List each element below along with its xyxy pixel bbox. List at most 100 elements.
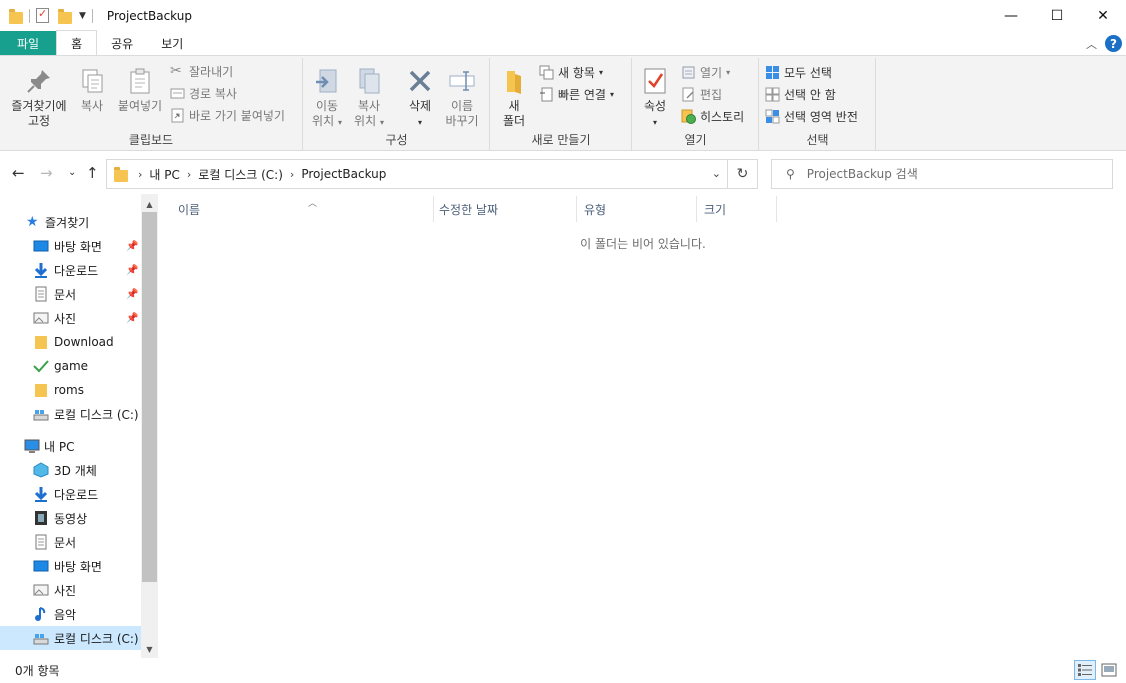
select-all-icon — [766, 65, 779, 79]
breadcrumb-current-folder[interactable]: ProjectBackup — [301, 167, 386, 181]
select-all-button[interactable]: 모두 선택 — [765, 62, 832, 82]
file-list[interactable]: 이름 ︿ 수정한 날짜 유형 크기 이 폴더는 비어 있습니다. — [160, 194, 1126, 658]
column-header-name[interactable]: 이름 ︿ — [170, 196, 434, 222]
history-button[interactable]: 히스토리 — [681, 106, 744, 126]
delete-x-icon — [409, 70, 431, 92]
pin-icon[interactable]: 📌 — [126, 241, 138, 252]
scroll-down-arrow-icon[interactable]: ▼ — [141, 641, 158, 658]
paste-button[interactable]: 붙여넣기 — [113, 66, 167, 114]
rename-icon — [449, 71, 475, 91]
tree-item-roms[interactable]: roms — [0, 378, 141, 402]
new-item-button[interactable]: 새 항목 ▾ — [539, 62, 603, 82]
tree-this-pc[interactable]: 내 PC — [0, 434, 141, 458]
up-arrow-icon[interactable]: ↑ — [86, 164, 99, 182]
folder-icon — [35, 336, 47, 349]
pin-quick-access-button[interactable]: 즐겨찾기에 고정 — [6, 66, 72, 129]
copy-button[interactable]: 복사 — [74, 66, 110, 114]
new-group: 새 폴더 새 항목 ▾ 빠른 연결 ▾ 새로 만들기 — [491, 58, 632, 150]
toolbar-separator — [91, 8, 93, 23]
easy-access-icon — [540, 87, 553, 101]
column-header-size[interactable]: 크기 — [696, 196, 777, 222]
rename-button[interactable]: 이름 바꾸기 — [442, 66, 482, 129]
customize-toolbar-dropdown-icon[interactable]: ▼ — [79, 11, 86, 21]
open-button[interactable]: 열기 ▾ — [681, 62, 730, 82]
select-none-button[interactable]: 선택 안 함 — [765, 84, 836, 104]
maximize-button[interactable]: ☐ — [1034, 0, 1080, 31]
tree-item-desktop[interactable]: 바탕 화면 📌 — [0, 234, 141, 258]
address-history-chevron-icon[interactable]: ⌄ — [712, 167, 721, 180]
new-folder-icon — [507, 71, 521, 94]
tree-item-pc-documents[interactable]: 문서 — [0, 530, 141, 554]
tree-quick-access[interactable]: ★ 즐겨찾기 — [0, 210, 141, 234]
back-arrow-icon[interactable]: ← — [12, 164, 25, 182]
scrollbar-thumb[interactable] — [142, 212, 157, 582]
desktop-icon — [33, 560, 49, 572]
empty-folder-message: 이 폴더는 비어 있습니다. — [580, 237, 706, 251]
tree-item-pc-desktop[interactable]: 바탕 화면 — [0, 554, 141, 578]
copy-path-button[interactable]: 경로 복사 — [170, 83, 237, 103]
video-icon — [35, 511, 47, 525]
tree-item-pc-pictures[interactable]: 사진 — [0, 578, 141, 602]
title-bar: ▼ ProjectBackup — ☐ ✕ — [0, 0, 1126, 31]
tree-item-music[interactable]: 음악 — [0, 602, 141, 626]
address-bar[interactable]: › 내 PC › 로컬 디스크 (C:) › ProjectBackup ⌄ ↻ — [106, 159, 758, 189]
properties-icon[interactable] — [36, 7, 49, 23]
tree-item-local-disk[interactable]: 로컬 디스크 (C:) — [0, 626, 141, 650]
details-view-icon — [1078, 664, 1092, 676]
easy-access-button[interactable]: 빠른 연결 ▾ — [539, 84, 614, 104]
navigation-pane-scrollbar[interactable]: ▲ ▼ — [141, 194, 158, 658]
tree-item-downloads[interactable]: 다운로드 📌 — [0, 258, 141, 282]
breadcrumb-separator-icon[interactable]: › — [290, 168, 294, 181]
paste-shortcut-button[interactable]: 바로 가기 붙여넣기 — [170, 105, 285, 125]
paste-shortcut-icon — [171, 108, 184, 122]
tree-item-game[interactable]: game — [0, 354, 141, 378]
properties-button[interactable]: 속성 ▾ — [635, 66, 675, 130]
folder-icon — [114, 167, 128, 182]
copy-to-button[interactable]: 복사 위치 ▾ — [350, 66, 388, 130]
move-to-button[interactable]: 이동 위치 ▾ — [308, 66, 346, 130]
collapse-ribbon-icon[interactable]: ︿ — [1086, 36, 1097, 52]
tree-item-pictures[interactable]: 사진 📌 — [0, 306, 141, 330]
refresh-icon[interactable]: ↻ — [727, 160, 757, 188]
recent-locations-chevron-icon[interactable]: ⌄ — [68, 167, 76, 178]
minimize-button[interactable]: — — [988, 0, 1034, 31]
green-check-icon — [33, 360, 49, 373]
invert-selection-button[interactable]: 선택 영역 반전 — [765, 106, 858, 126]
tab-home[interactable]: 홈 — [56, 30, 98, 55]
tab-file[interactable]: 파일 — [0, 31, 57, 55]
help-icon[interactable]: ? — [1105, 35, 1122, 52]
tree-item-3d-objects[interactable]: 3D 개체 — [0, 458, 141, 482]
forward-arrow-icon[interactable]: → — [40, 164, 53, 182]
pin-icon[interactable]: 📌 — [126, 289, 138, 300]
edit-button[interactable]: 편집 — [681, 84, 722, 104]
tab-share[interactable]: 공유 — [97, 31, 147, 55]
quick-access-toolbar: ▼ — [0, 0, 99, 31]
tree-item-pc-downloads[interactable]: 다운로드 — [0, 482, 141, 506]
close-button[interactable]: ✕ — [1080, 0, 1126, 31]
pin-icon[interactable]: 📌 — [126, 313, 138, 324]
tree-item-download-folder[interactable]: Download — [0, 330, 141, 354]
select-group: 모두 선택 선택 안 함 선택 영역 반전 선택 — [760, 58, 876, 150]
scroll-up-arrow-icon[interactable]: ▲ — [141, 196, 158, 213]
open-icon — [682, 66, 695, 78]
tree-item-local-disk-quick[interactable]: 로컬 디스크 (C:) — [0, 402, 141, 426]
search-input[interactable] — [806, 167, 1097, 181]
desktop-icon — [33, 240, 49, 252]
tab-view[interactable]: 보기 — [147, 31, 197, 55]
delete-button[interactable]: 삭제 ▾ — [401, 66, 439, 130]
details-view-button[interactable] — [1074, 660, 1096, 680]
breadcrumb-local-disk[interactable]: 로컬 디스크 (C:) — [198, 166, 283, 183]
search-box[interactable]: ⚲ — [771, 159, 1113, 189]
tree-item-videos[interactable]: 동영상 — [0, 506, 141, 530]
cut-button[interactable]: ✂ 잘라내기 — [170, 61, 233, 81]
breadcrumb-this-pc[interactable]: 내 PC — [149, 166, 179, 183]
large-icons-view-button[interactable] — [1098, 660, 1120, 680]
column-header-type[interactable]: 유형 — [576, 196, 697, 222]
pin-icon[interactable]: 📌 — [126, 265, 138, 276]
column-header-date-modified[interactable]: 수정한 날짜 — [431, 196, 577, 222]
breadcrumb-separator-icon[interactable]: › — [187, 168, 191, 181]
tree-item-documents[interactable]: 문서 📌 — [0, 282, 141, 306]
breadcrumb-separator-icon[interactable]: › — [138, 168, 142, 181]
new-folder-button[interactable]: 새 폴더 — [495, 66, 533, 129]
new-folder-icon[interactable] — [58, 8, 72, 24]
